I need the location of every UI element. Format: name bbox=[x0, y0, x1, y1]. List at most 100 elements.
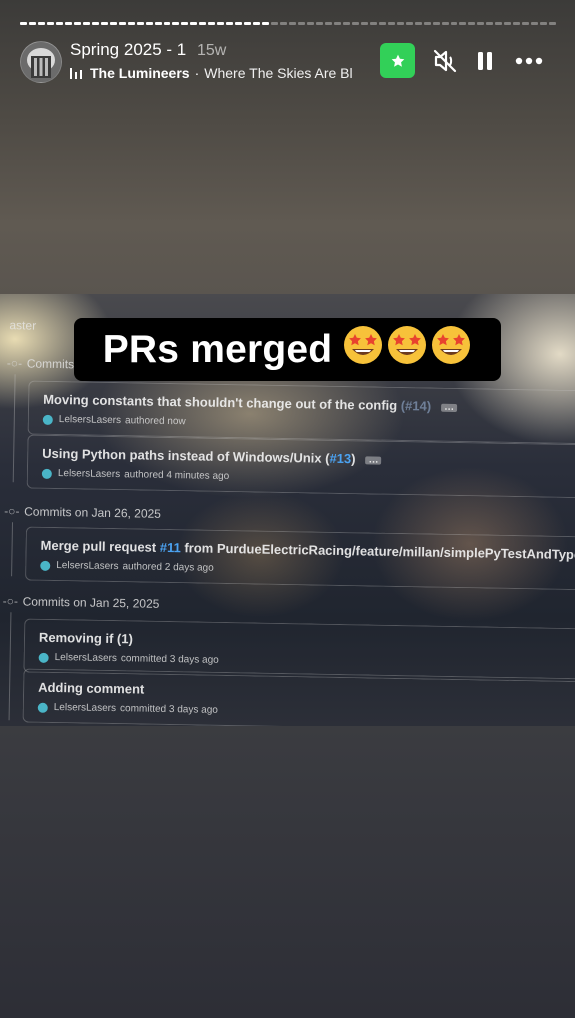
commit-author[interactable]: LelsersLasers bbox=[59, 414, 121, 426]
progress-segment bbox=[226, 22, 234, 25]
user-avatar[interactable] bbox=[42, 414, 53, 425]
progress-segment bbox=[486, 22, 494, 25]
text-sticker[interactable]: PRs merged bbox=[74, 318, 501, 381]
progress-segment bbox=[549, 22, 557, 25]
progress-segment bbox=[55, 22, 63, 25]
progress-segment bbox=[351, 22, 359, 25]
progress-segment bbox=[324, 22, 332, 25]
progress-segment bbox=[82, 22, 90, 25]
mute-button[interactable] bbox=[430, 43, 460, 78]
pull-request-link[interactable]: #13 bbox=[329, 451, 351, 466]
progress-segment bbox=[100, 22, 108, 25]
commit-message[interactable]: Adding comment bbox=[38, 680, 144, 697]
progress-segment bbox=[432, 22, 440, 25]
more-options-button[interactable] bbox=[512, 43, 546, 78]
progress-segment bbox=[387, 22, 395, 25]
artist-name: The Lumineers bbox=[90, 65, 190, 81]
commit-timestamp: committed 3 days ago bbox=[120, 653, 219, 666]
user-avatar[interactable] bbox=[37, 702, 48, 713]
user-avatar[interactable] bbox=[40, 560, 51, 571]
progress-segment bbox=[20, 22, 27, 25]
progress-segment bbox=[423, 22, 431, 25]
progress-segment bbox=[190, 22, 198, 25]
commit-message[interactable]: Merge pull request #11 from PurdueElectr… bbox=[40, 538, 575, 562]
progress-segment bbox=[217, 22, 225, 25]
commit-timestamp: authored 2 days ago bbox=[122, 561, 214, 574]
commit-message-text: ) bbox=[351, 451, 356, 467]
emoji-group bbox=[342, 324, 472, 376]
progress-segment bbox=[369, 22, 377, 25]
music-attribution[interactable]: The Lumineers · Where The Skies Are Bl bbox=[70, 64, 370, 82]
progress-segment bbox=[235, 22, 243, 25]
commit-row[interactable]: Using Python paths instead of Windows/Un… bbox=[26, 434, 575, 499]
commit-group-date: Commits on Jan 25, 2025 bbox=[22, 594, 160, 611]
expand-ellipsis-button[interactable]: … bbox=[441, 401, 458, 413]
pull-request-link[interactable]: #11 bbox=[160, 540, 181, 555]
pause-icon bbox=[478, 51, 492, 70]
highlight-title[interactable]: Spring 2025 - 1 bbox=[70, 40, 186, 59]
story-title-row: Spring 2025 - 1 15w bbox=[70, 40, 226, 60]
commit-author[interactable]: LelsersLasers bbox=[55, 652, 117, 664]
progress-segment bbox=[28, 22, 36, 25]
progress-segment bbox=[342, 22, 350, 25]
progress-segment bbox=[163, 22, 171, 25]
pause-button[interactable] bbox=[472, 43, 498, 78]
commit-message-text: Removing if (1) bbox=[38, 629, 134, 647]
progress-segment bbox=[307, 22, 314, 25]
progress-segment bbox=[109, 22, 117, 25]
close-friends-star-button[interactable] bbox=[380, 43, 415, 78]
progress-segment bbox=[298, 22, 305, 25]
more-icon bbox=[515, 57, 543, 64]
equalizer-icon bbox=[70, 68, 82, 79]
timeline-line bbox=[8, 612, 12, 721]
avatar[interactable] bbox=[20, 41, 62, 83]
progress-segment bbox=[145, 22, 153, 25]
commit-row[interactable]: Adding comment LelsersLasers committed 3 d… bbox=[22, 668, 575, 726]
progress-segment bbox=[333, 22, 341, 25]
timeline-line bbox=[12, 374, 16, 483]
progress-segment bbox=[271, 22, 279, 25]
progress-segment bbox=[37, 22, 45, 25]
progress-segment bbox=[378, 22, 386, 25]
progress-segment bbox=[181, 22, 189, 25]
progress-segment bbox=[315, 22, 323, 25]
progress-segment bbox=[280, 22, 288, 25]
commit-message[interactable]: Removing if (1) bbox=[39, 630, 133, 647]
commit-group-header: -○- Commits on Jan 25, 2025 bbox=[3, 594, 160, 611]
progress-segment bbox=[46, 22, 54, 25]
commit-author[interactable]: LelsersLasers bbox=[54, 702, 116, 714]
commit-row[interactable]: Merge pull request #11 from PurdueElectr… bbox=[25, 526, 575, 591]
progress-segment bbox=[136, 22, 144, 25]
timeline-line bbox=[11, 522, 14, 577]
progress-segment bbox=[459, 22, 467, 25]
commit-message[interactable]: Moving constants that shouldn't change o… bbox=[43, 392, 458, 414]
progress-segment bbox=[64, 22, 72, 25]
commit-meta: LelsersLasers authored 2 days ago bbox=[40, 560, 214, 574]
progress-segment bbox=[262, 22, 270, 25]
progress-segment bbox=[208, 22, 216, 25]
user-avatar[interactable] bbox=[41, 468, 52, 479]
commit-author[interactable]: LelsersLasers bbox=[56, 560, 118, 572]
commit-group-date: Commits bbox=[26, 356, 75, 372]
pull-request-link[interactable]: (#14) bbox=[401, 398, 432, 414]
commit-meta: LelsersLasers committed 3 days ago bbox=[37, 702, 218, 716]
progress-segment bbox=[531, 22, 539, 25]
progress-segment bbox=[405, 22, 413, 25]
progress-segment bbox=[289, 22, 297, 25]
commit-author[interactable]: LelsersLasers bbox=[58, 468, 120, 480]
commit-message-text: Adding comment bbox=[38, 679, 145, 697]
song-title: Where The Skies Are Bl bbox=[204, 65, 353, 81]
commit-message-text: Using Python paths instead of Windows/Un… bbox=[42, 445, 330, 466]
story-header: Spring 2025 - 1 15w The Lumineers · Wher… bbox=[20, 40, 556, 84]
commit-row[interactable]: Moving constants that shouldn't change o… bbox=[27, 380, 575, 445]
progress-segment bbox=[396, 22, 404, 25]
commit-group-header: -○- Commits on Jan 26, 2025 bbox=[4, 504, 161, 521]
user-avatar[interactable] bbox=[38, 652, 49, 663]
commit-group-date: Commits on Jan 26, 2025 bbox=[24, 504, 162, 521]
commit-meta: LelsersLasers authored 4 minutes ago bbox=[41, 468, 229, 482]
time-ago: 15w bbox=[196, 42, 227, 59]
commit-message[interactable]: Using Python paths instead of Windows/Un… bbox=[42, 446, 382, 467]
sticker-text: PRs merged bbox=[102, 327, 333, 371]
expand-ellipsis-button[interactable]: … bbox=[365, 454, 382, 465]
progress-segment bbox=[450, 22, 458, 25]
